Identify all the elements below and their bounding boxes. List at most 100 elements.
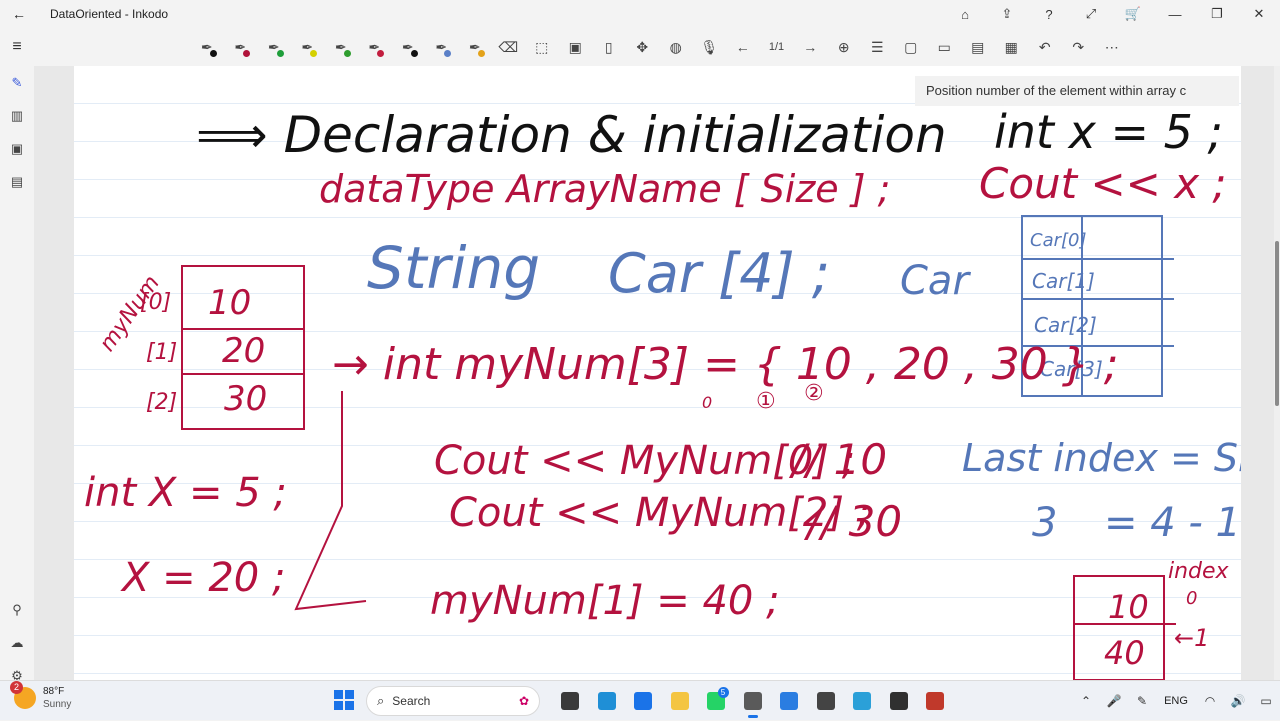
whatsapp-icon[interactable]: 5 xyxy=(698,686,735,716)
wifi-icon[interactable]: ◠ xyxy=(1196,694,1224,708)
save-icon[interactable]: ▤ xyxy=(961,32,995,62)
heading-text: ⟹ Declaration & initialization xyxy=(196,106,947,164)
comment2-text: // 30 xyxy=(803,497,902,546)
last-index-text: Last index = Size - 1 xyxy=(962,436,1241,480)
edge-icon[interactable] xyxy=(589,686,626,716)
app-glyph xyxy=(780,692,799,710)
zoom-icon[interactable]: ⊕ xyxy=(827,32,861,62)
folder-icon[interactable] xyxy=(662,686,699,716)
small-value-1: 40 xyxy=(1104,634,1145,672)
language-indicator[interactable]: ENG xyxy=(1156,695,1196,707)
small-index-1: ←1 xyxy=(1174,624,1209,652)
store-icon[interactable]: ⌂ xyxy=(944,0,986,28)
paste-icon[interactable]: ▦ xyxy=(995,32,1029,62)
pen-red-icon[interactable]: ✒ xyxy=(358,32,392,62)
cloud-icon[interactable]: ☁ xyxy=(0,626,34,659)
car-cell-0: Car[0] xyxy=(1030,230,1087,251)
pen-tray-icon[interactable]: ✎ xyxy=(1128,694,1156,708)
new-document-icon[interactable]: ▢ xyxy=(894,32,928,62)
calculator-icon[interactable] xyxy=(808,686,845,716)
pen-color-dot xyxy=(209,50,217,57)
redo-icon[interactable]: ↷ xyxy=(1062,32,1096,62)
pen-yellow-icon[interactable]: ✒ xyxy=(291,32,325,62)
maximize-icon[interactable]: ❐ xyxy=(1196,0,1238,28)
windows-start-icon[interactable] xyxy=(334,690,354,710)
account-icon[interactable]: ⚲ xyxy=(0,593,34,626)
pen-darkgreen-icon[interactable]: ✒ xyxy=(324,32,358,62)
next-page-icon[interactable]: → xyxy=(794,32,828,62)
minimize-icon[interactable]: — xyxy=(1154,0,1196,28)
bracket-stroke xyxy=(294,391,367,611)
pen-black2-icon[interactable]: ✒ xyxy=(391,32,425,62)
open-folder-icon[interactable]: ▭ xyxy=(928,32,962,62)
toolbar: ≡ ✒ ✒ ✒ ✒ ✒ ✒ ✒ ✒ ✒ ⌫ ⬚ ▣ ▯ ✥ ◍ 🎙 ← 1/1 → ⊕ ☰ ▢ ▭ ▤ ▦ ↶ ↷ ⋯ xyxy=(0,28,1280,66)
pen-orange-icon[interactable]: ✒ xyxy=(458,32,492,62)
mic-icon[interactable]: 🎤 xyxy=(1100,694,1128,708)
search-highlight-icon: ✿ xyxy=(518,694,529,708)
ruler-icon[interactable]: ▯ xyxy=(592,32,626,62)
pen-color-dot xyxy=(276,50,284,57)
back-arrow-icon[interactable]: ← xyxy=(0,6,38,22)
int-x-text: int x = 5 ; xyxy=(994,105,1223,159)
eraser-icon[interactable]: ⌫ xyxy=(492,32,526,62)
window-title: DataOriented - Inkodo xyxy=(50,7,169,21)
mynum-index-0: [0] xyxy=(140,290,171,315)
three-text: 3 xyxy=(1032,500,1057,546)
battery-icon[interactable]: ▭ xyxy=(1252,694,1280,708)
microphone-icon[interactable]: 🎙 xyxy=(693,32,727,62)
index-mark-0: 0 xyxy=(702,393,712,412)
pinned-apps: 5 xyxy=(552,686,954,718)
palette-icon[interactable]: ◍ xyxy=(659,32,693,62)
pen-blue-icon[interactable]: ✒ xyxy=(425,32,459,62)
file-explorer-dark-icon[interactable] xyxy=(552,686,589,716)
ink-pen-icon[interactable]: ✎ xyxy=(0,66,34,99)
weather-condition: Sunny xyxy=(43,699,72,710)
obs-icon[interactable] xyxy=(881,686,918,716)
title-bar: ← DataOriented - Inkodo ⌂ ⇪? ⤢ 🛒 — ❐ ✕ xyxy=(0,0,1280,28)
notebook-page[interactable]: ⟹ Declaration & initialization dataType … xyxy=(74,66,1241,680)
volume-icon[interactable]: 🔊 xyxy=(1224,694,1252,708)
scrollbar-thumb[interactable] xyxy=(1275,241,1279,406)
more-icon[interactable]: ⋯ xyxy=(1095,32,1129,62)
box-app-icon[interactable] xyxy=(844,686,881,716)
snipping-icon[interactable] xyxy=(771,686,808,716)
mynum-index-2: [2] xyxy=(146,390,177,415)
chevron-up-icon[interactable]: ⌃ xyxy=(1072,694,1100,708)
tool-strip: ✒ ✒ ✒ ✒ ✒ ✒ ✒ ✒ ✒ ⌫ ⬚ ▣ ▯ ✥ ◍ 🎙 ← 1/1 → ⊕ ☰ ▢ ▭ ▤ ▦ ↶ ↷ ⋯ xyxy=(190,28,1129,66)
search-label: Search xyxy=(392,694,431,708)
pen-color-dot xyxy=(343,50,351,57)
taskbar-search[interactable]: ⌕ Search ✿ xyxy=(366,686,540,716)
undo-icon[interactable]: ↶ xyxy=(1028,32,1062,62)
small-value-0: 10 xyxy=(1108,588,1149,626)
taskbar: 2 88°F Sunny ⌕ Search ✿ 5 ⌃ 🎤 ✎ ENG ◠ 🔊 ▭ xyxy=(0,680,1280,720)
prev-page-icon[interactable]: ← xyxy=(726,32,760,62)
slides-icon[interactable]: ▣ xyxy=(0,132,34,165)
canvas-area: ⟹ Declaration & initialization dataType … xyxy=(34,66,1280,680)
index-mark-1: ① xyxy=(756,389,776,414)
help-icon[interactable]: ? xyxy=(1028,0,1070,28)
car-cell-2: Car[2] xyxy=(1034,313,1097,337)
pen-black-icon[interactable]: ✒ xyxy=(190,32,224,62)
office-icon[interactable] xyxy=(917,686,954,716)
share-icon[interactable]: ⇪ xyxy=(986,0,1028,28)
weather-widget[interactable]: 2 88°F Sunny xyxy=(10,681,72,711)
fullscreen-icon[interactable]: ⤢ xyxy=(1070,0,1112,28)
vertical-scrollbar[interactable] xyxy=(1274,66,1280,680)
store-app-icon[interactable] xyxy=(625,686,662,716)
mynum-value-0: 10 xyxy=(208,283,251,323)
close-icon[interactable]: ✕ xyxy=(1238,0,1280,28)
app-glyph xyxy=(743,692,762,710)
image-icon[interactable]: ▣ xyxy=(559,32,593,62)
lasso-select-icon[interactable]: ⬚ xyxy=(525,32,559,62)
library-icon[interactable]: ▥ xyxy=(0,99,34,132)
menu-icon[interactable]: ≡ xyxy=(0,38,34,56)
settings-sliders-icon[interactable]: ☰ xyxy=(861,32,895,62)
clipboard-icon[interactable]: ▤ xyxy=(0,165,34,198)
pan-icon[interactable]: ✥ xyxy=(626,32,660,62)
small-index-0: 0 xyxy=(1186,588,1197,609)
pen-green-icon[interactable]: ✒ xyxy=(257,32,291,62)
inkodo-icon[interactable] xyxy=(735,686,772,718)
cart-icon[interactable]: 🛒 xyxy=(1112,0,1154,28)
pen-crimson-icon[interactable]: ✒ xyxy=(224,32,258,62)
app-badge: 5 xyxy=(717,687,729,698)
